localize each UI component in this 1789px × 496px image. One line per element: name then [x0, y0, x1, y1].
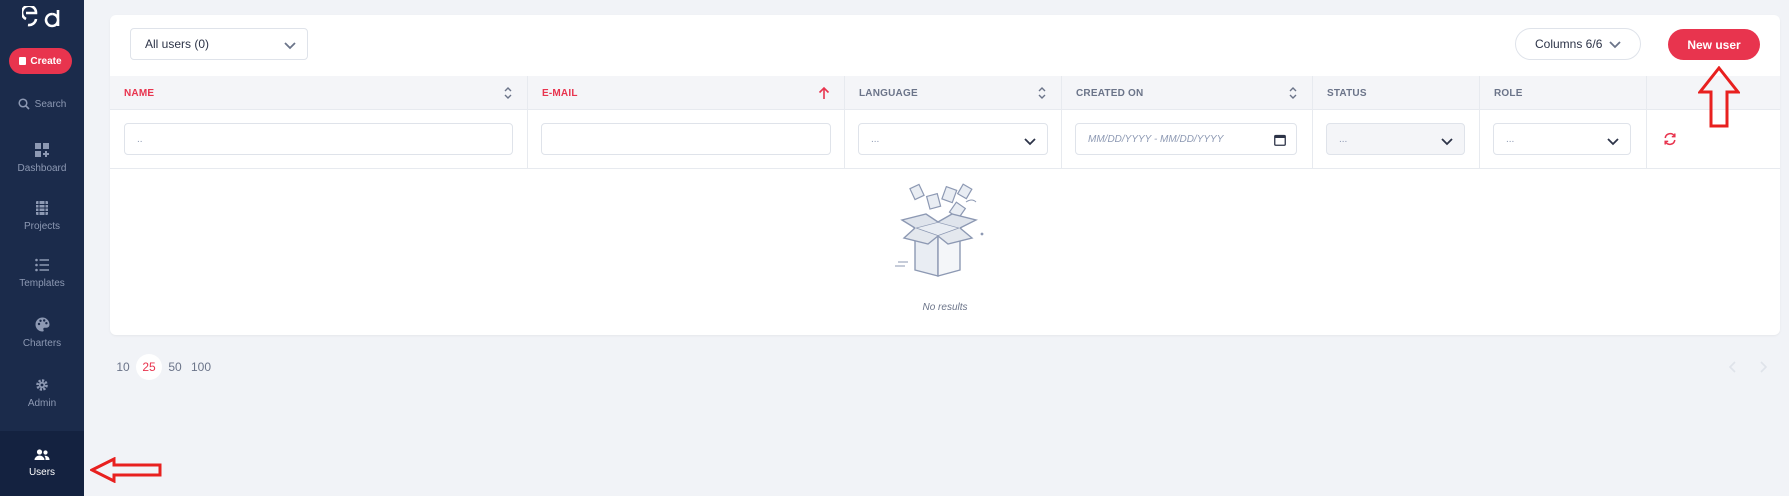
page-size-10[interactable]: 10: [110, 354, 136, 380]
columns-label: Columns 6/6: [1535, 37, 1603, 51]
gear-icon: [36, 378, 48, 391]
sidebar-item-admin[interactable]: Admin: [0, 363, 84, 423]
search-icon: [18, 98, 30, 110]
status-filter-select[interactable]: ...: [1326, 123, 1465, 155]
column-header-name[interactable]: NAME: [110, 76, 528, 110]
columns-button[interactable]: Columns 6/6: [1515, 28, 1641, 60]
sidebar-item-label: Users: [28, 467, 56, 478]
chevron-down-icon: [1607, 138, 1619, 146]
chevron-down-icon: [284, 42, 296, 50]
sidebar-item-templates[interactable]: Templates: [0, 243, 84, 303]
column-header-created-on[interactable]: CREATED ON: [1062, 76, 1313, 110]
language-filter-select[interactable]: ...: [858, 123, 1048, 155]
new-user-button[interactable]: New user: [1668, 29, 1760, 60]
templates-icon: [35, 258, 49, 271]
arrow-up-icon: [818, 86, 830, 99]
sidebar: Create Search Dashboard Projects Templat…: [0, 0, 84, 496]
column-header-label: ROLE: [1494, 87, 1523, 99]
filter-cell-language: ...: [845, 110, 1062, 169]
chevron-left-icon[interactable]: [1727, 360, 1739, 374]
email-filter-input[interactable]: [541, 123, 831, 155]
column-header-label: E-MAIL: [542, 87, 578, 99]
filter-row: .. ... MM/DD/YYYY - MM/DD/YYYY ... ...: [110, 110, 1780, 169]
column-header-label: STATUS: [1327, 87, 1367, 99]
sidebar-item-dashboard[interactable]: Dashboard: [0, 128, 84, 188]
create-button[interactable]: Create: [9, 48, 72, 74]
sidebar-item-label: Charters: [22, 338, 62, 349]
language-filter-value: ...: [871, 133, 880, 145]
sidebar-item-projects[interactable]: Projects: [0, 186, 84, 246]
reset-filters-icon[interactable]: [1663, 132, 1677, 146]
column-header-label: NAME: [124, 87, 155, 99]
sidebar-item-users[interactable]: Users: [0, 431, 84, 496]
page-size-50[interactable]: 50: [162, 354, 188, 380]
filter-cell-status: ...: [1313, 110, 1480, 169]
filter-cell-email: [528, 110, 845, 169]
annotation-arrow-up: [1698, 66, 1740, 128]
sort-icon: [1289, 87, 1297, 99]
date-range-placeholder: MM/DD/YYYY - MM/DD/YYYY: [1088, 133, 1224, 145]
chevron-down-icon: [1609, 41, 1622, 49]
projects-icon: [36, 200, 48, 215]
pagination-arrows: [1727, 360, 1769, 374]
sidebar-search[interactable]: Search: [0, 98, 84, 110]
role-filter-select[interactable]: ...: [1493, 123, 1631, 155]
filter-cell-role: ...: [1480, 110, 1647, 169]
date-range-input[interactable]: MM/DD/YYYY - MM/DD/YYYY: [1075, 123, 1297, 155]
sort-icon: [1038, 87, 1046, 99]
annotation-arrow-left: [90, 457, 162, 483]
column-header-label: CREATED ON: [1076, 87, 1144, 99]
column-header-label: LANGUAGE: [859, 87, 918, 99]
filter-cell-created-on: MM/DD/YYYY - MM/DD/YYYY: [1062, 110, 1313, 169]
name-filter-input[interactable]: ..: [124, 123, 513, 155]
page-size-100[interactable]: 100: [188, 354, 214, 380]
users-icon: [34, 449, 50, 460]
column-header-status[interactable]: STATUS: [1313, 76, 1480, 110]
chevron-right-icon[interactable]: [1757, 360, 1769, 374]
sidebar-item-label: Admin: [27, 397, 57, 409]
table-header: NAME E-MAIL LANGUAGE CREATED ON STATUS R…: [110, 76, 1780, 110]
empty-box-illustration: [895, 183, 984, 277]
column-header-role[interactable]: ROLE: [1480, 76, 1647, 110]
no-results-text: No results: [922, 302, 968, 313]
chevron-down-icon: [1024, 138, 1036, 146]
page-size-25[interactable]: 25: [136, 354, 162, 380]
users-table-card: All users (0) Columns 6/6 New user NAME …: [110, 15, 1780, 335]
palette-icon: [35, 317, 49, 332]
chevron-down-icon: [1441, 138, 1453, 146]
users-filter-value: All users (0): [145, 37, 210, 51]
sidebar-item-label: Templates: [19, 277, 65, 289]
file-icon: [19, 57, 27, 65]
status-filter-value: ...: [1339, 133, 1348, 145]
role-filter-value: ...: [1506, 133, 1515, 145]
sidebar-item-label: Dashboard: [17, 162, 67, 174]
sidebar-item-charters[interactable]: Charters: [0, 303, 84, 363]
column-header-email[interactable]: E-MAIL: [528, 76, 845, 110]
users-filter-dropdown[interactable]: All users (0): [130, 28, 308, 60]
dashboard-icon: [35, 142, 49, 157]
search-label: Search: [34, 98, 67, 110]
calendar-icon: [1274, 134, 1286, 146]
filter-cell-name: ..: [110, 110, 528, 169]
app-logo[interactable]: [22, 6, 62, 28]
page-size-selector: 10 25 50 100: [110, 354, 214, 380]
sort-icon: [504, 87, 512, 99]
sidebar-item-label: Projects: [23, 220, 61, 232]
create-button-label: Create: [30, 55, 62, 67]
column-header-language[interactable]: LANGUAGE: [845, 76, 1062, 110]
